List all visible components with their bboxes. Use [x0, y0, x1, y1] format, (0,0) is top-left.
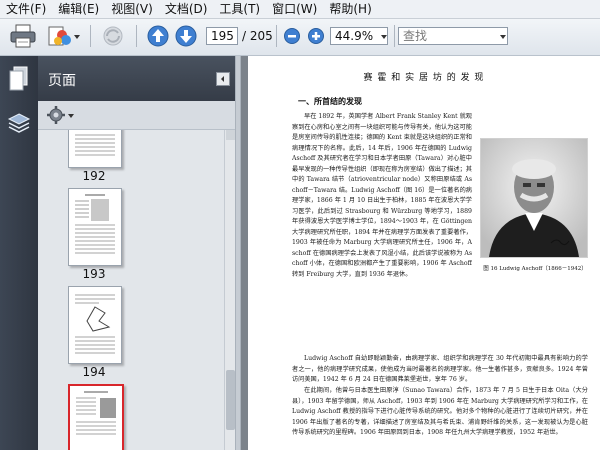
photo-caption: 图 16 Ludwig Aschoff（1866－1942） — [483, 266, 587, 272]
chevron-down-icon[interactable] — [381, 35, 387, 39]
page-preview — [76, 391, 116, 435]
search-input[interactable]: 查找 — [398, 27, 508, 45]
thumbnail-list: 192 193 194 — [38, 130, 235, 450]
options-button[interactable] — [46, 105, 66, 128]
zoom-in-icon — [308, 28, 324, 44]
arrow-down-icon — [175, 25, 197, 47]
previous-page-button[interactable] — [146, 23, 170, 49]
document-page: 赛 霍 和 实 居 坊 的 发 现 一、所首结的发现 早在 1892 年，英国学… — [248, 56, 600, 450]
panel-header: 页面 — [38, 56, 235, 101]
menu-view[interactable]: 视图(V) — [105, 0, 159, 18]
pages-icon — [9, 66, 28, 91]
printer-icon — [10, 24, 36, 48]
sync-button[interactable] — [98, 23, 128, 49]
document-running-title: 赛 霍 和 实 居 坊 的 发 现 — [363, 73, 485, 83]
menu-window[interactable]: 窗口(W) — [266, 0, 323, 18]
document-paragraph: 在此期间，他曾与日本医生田原淳（Sunao Tawara）合作，1873 年 7… — [292, 387, 588, 436]
document-view[interactable]: 赛 霍 和 实 居 坊 的 发 现 一、所首结的发现 早在 1892 年，英国学… — [241, 56, 600, 450]
page-number-input[interactable]: 195 — [206, 27, 238, 45]
collaborate-icon — [48, 26, 71, 46]
portrait-photo — [480, 138, 588, 258]
zoom-level-value: 44.9% — [335, 29, 374, 43]
toolbar-separator — [276, 25, 277, 47]
panel-title: 页面 — [48, 73, 76, 89]
zoom-out-icon — [284, 28, 300, 44]
page-thumbnail[interactable] — [68, 188, 122, 266]
toolbar-separator — [136, 25, 137, 47]
page-preview — [75, 294, 115, 354]
page-thumbnail-label: 192 — [82, 169, 106, 183]
page-preview — [75, 194, 115, 254]
menu-help[interactable]: 帮助(H) — [323, 0, 377, 18]
document-paragraph: 早在 1892 年，英国学者 Albert Frank Stanley Kent… — [292, 113, 472, 278]
portrait-image — [481, 139, 587, 257]
pages-panel: 页面 192 193 194 — [38, 56, 236, 450]
page-preview — [75, 134, 115, 156]
toolbar: 195 / 205 44.9% 查找 — [0, 19, 600, 56]
next-page-button[interactable] — [174, 23, 198, 49]
arrow-up-icon — [147, 25, 169, 47]
layers-nav-button[interactable] — [7, 110, 31, 137]
menu-tools[interactable]: 工具(T) — [213, 0, 266, 18]
menu-bar: 文件(F) 编辑(E) 视图(V) 文档(D) 工具(T) 窗口(W) 帮助(H) — [0, 0, 600, 19]
menu-file[interactable]: 文件(F) — [0, 0, 52, 18]
chevron-down-icon[interactable] — [68, 114, 74, 118]
page-thumbnail[interactable] — [68, 130, 122, 168]
page-thumbnail-label: 193 — [82, 267, 106, 281]
zoom-out-button[interactable] — [282, 23, 302, 49]
page-thumbnail-label: 194 — [82, 365, 106, 379]
menu-document[interactable]: 文档(D) — [159, 0, 214, 18]
collapse-panel-button[interactable] — [216, 72, 230, 86]
document-section-heading: 一、所首结的发现 — [298, 96, 362, 106]
navigation-strip — [0, 56, 38, 450]
print-button[interactable] — [8, 23, 38, 49]
gear-icon — [47, 106, 65, 124]
document-paragraph: Ludwig Aschoff 自幼即聪颖勤奋，由病理学家、组织学和病理学在 30… — [292, 355, 588, 383]
sync-icon — [103, 26, 123, 46]
scrollbar-thumb[interactable] — [226, 370, 235, 430]
chevron-down-icon[interactable] — [500, 35, 506, 39]
page-thumbnail-selected[interactable] — [68, 384, 124, 450]
page-total-label: / 205 — [242, 29, 273, 43]
page-thumbnail[interactable] — [68, 286, 122, 364]
chevron-down-icon — [74, 35, 80, 39]
zoom-in-button[interactable] — [306, 23, 326, 49]
pages-nav-button[interactable] — [8, 66, 30, 95]
collaborate-button[interactable] — [44, 23, 82, 49]
toolbar-separator — [90, 25, 91, 47]
layers-icon — [7, 113, 31, 133]
zoom-level-select[interactable]: 44.9% — [330, 27, 388, 45]
scroll-up-arrow[interactable] — [226, 130, 235, 140]
menu-edit[interactable]: 编辑(E) — [52, 0, 105, 18]
toolbar-separator — [394, 25, 395, 47]
chevron-left-icon — [221, 76, 224, 82]
panel-options-bar — [38, 101, 235, 130]
